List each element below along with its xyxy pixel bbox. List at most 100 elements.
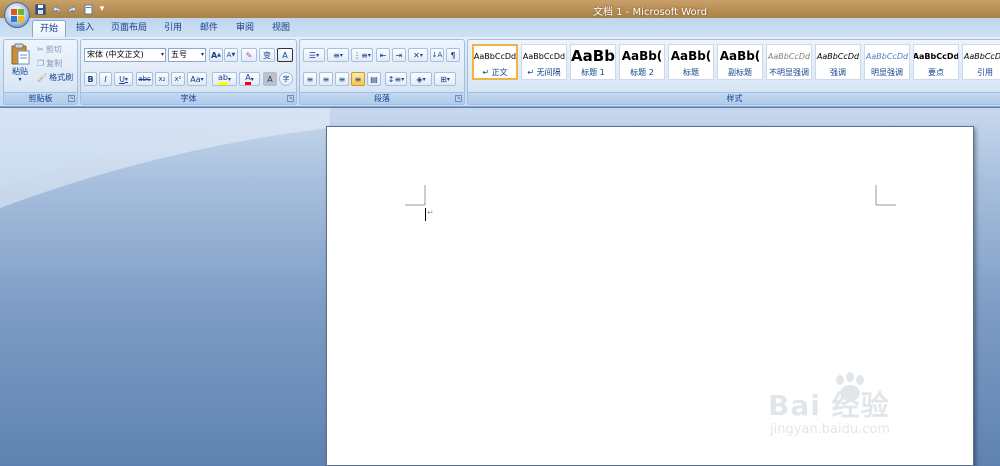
strikethrough-icon: abc	[138, 75, 151, 83]
tab-review[interactable]: 审阅	[228, 20, 262, 37]
paste-icon	[11, 43, 30, 65]
clipboard-launcher-icon[interactable]: ↘	[68, 95, 75, 102]
underline-button[interactable]: U ▾	[114, 72, 133, 86]
paste-dropdown-icon[interactable]: ▾	[18, 77, 21, 83]
font-launcher-icon[interactable]: ↘	[287, 95, 294, 102]
style-emphasis[interactable]: AaBbCcDd 强调	[815, 44, 861, 80]
copy-icon: ❐	[37, 59, 45, 68]
align-left-button[interactable]: ≡	[303, 72, 317, 86]
style-name: 不明显强调	[769, 68, 809, 77]
chinese-layout-button[interactable]: ✕ ▾	[408, 48, 428, 62]
style-name: ↵ 正文	[482, 68, 508, 77]
style-heading-2[interactable]: AaBb( 标题 2	[619, 44, 665, 80]
tab-page-layout[interactable]: 页面布局	[104, 20, 154, 37]
style-quote[interactable]: AaBbCcDd 引用	[962, 44, 1000, 80]
subscript-icon: x₂	[158, 75, 166, 83]
style-strong[interactable]: AaBbCcDd 要点	[913, 44, 959, 80]
font-size-value: 五号	[171, 50, 187, 59]
increase-indent-button[interactable]: ⇥	[392, 48, 406, 62]
justify-button[interactable]: ≡	[351, 72, 365, 86]
scissors-icon: ✂	[37, 45, 44, 54]
style-sample: AaBb	[571, 47, 615, 65]
style-intense-emphasis[interactable]: AaBbCcDd 明显强调	[864, 44, 910, 80]
char-border-icon: A	[282, 50, 288, 60]
character-border-button[interactable]: A	[277, 48, 293, 62]
phonetic-icon: 变	[263, 50, 271, 60]
tab-view[interactable]: 视图	[264, 20, 298, 37]
style-subtle-emphasis[interactable]: AaBbCcDd 不明显强调	[766, 44, 812, 80]
tab-home[interactable]: 开始	[32, 20, 66, 37]
clipboard-group: 粘贴 ▾ ✂ 剪切 ❐ 复制 🖌 格式刷 剪贴板 ↘	[3, 39, 78, 105]
borders-button[interactable]: ⊞ ▾	[434, 72, 456, 86]
align-left-icon: ≡	[306, 74, 314, 84]
style-subtitle[interactable]: AaBb( 副标题	[717, 44, 763, 80]
char-shading-icon: A	[267, 74, 273, 84]
style-name: ↵ 无间隔	[527, 68, 561, 77]
style-title[interactable]: AaBb( 标题	[668, 44, 714, 80]
style-no-spacing[interactable]: AaBbCcDd ↵ 无间隔	[521, 44, 567, 80]
align-right-button[interactable]: ≡	[335, 72, 349, 86]
tab-insert[interactable]: 插入	[68, 20, 102, 37]
bold-button[interactable]: B	[84, 72, 97, 86]
highlight-button[interactable]: ab ▾	[212, 72, 237, 86]
ribbon-tab-bar: 开始 插入 页面布局 引用 邮件 审阅 视图	[0, 18, 1000, 37]
font-size-combo[interactable]: 五号 ▾	[168, 48, 206, 62]
strikethrough-button[interactable]: abc	[136, 72, 153, 86]
font-color-button[interactable]: A ▾	[239, 72, 260, 86]
text-cursor	[425, 208, 426, 221]
line-spacing-button[interactable]: ↕≡ ▾	[385, 72, 407, 86]
style-name: 明显强调	[871, 68, 903, 77]
shrink-font-button[interactable]: A ▼	[224, 48, 238, 62]
paragraph-group: ☰ ▾ ≡ ▾ ⋮≡ ▾ ⇤ ⇥ ✕ ▾ ↓A ¶ ≡ ≡ ≡ ≡ ▤ ↕≡ ▾ ◈ ▾ ⊞…	[299, 39, 465, 105]
style-sample: AaBbCcDd	[963, 51, 1000, 61]
subscript-button[interactable]: x₂	[155, 72, 169, 86]
style-normal[interactable]: AaBbCcDd ↵ 正文	[472, 44, 518, 80]
change-case-icon: Aa	[190, 74, 201, 84]
decrease-indent-button[interactable]: ⇤	[376, 48, 390, 62]
ribbon: 粘贴 ▾ ✂ 剪切 ❐ 复制 🖌 格式刷 剪贴板 ↘ 宋体 (中文正文) ▾ 五号 ▾ A…	[0, 37, 1000, 107]
font-group-label: 字体	[81, 92, 296, 104]
style-heading-1[interactable]: AaBb 标题 1	[570, 44, 616, 80]
character-shading-button[interactable]: A	[263, 72, 277, 86]
eraser-icon: ✎	[245, 50, 253, 60]
enclose-icon: 字	[282, 75, 290, 83]
distributed-button[interactable]: ▤	[367, 72, 381, 86]
phonetic-guide-button[interactable]: 变	[259, 48, 275, 62]
enclose-characters-button[interactable]: 字	[279, 72, 293, 86]
clear-formatting-button[interactable]: ✎	[241, 48, 257, 62]
increase-indent-icon: ⇥	[395, 50, 403, 60]
style-name: 强调	[830, 68, 846, 77]
style-name: 标题 1	[581, 68, 605, 77]
superscript-button[interactable]: x²	[171, 72, 185, 86]
tab-references[interactable]: 引用	[156, 20, 190, 37]
multilevel-list-button[interactable]: ⋮≡ ▾	[351, 48, 373, 62]
copy-button[interactable]: ❐ 复制	[37, 57, 62, 70]
align-center-button[interactable]: ≡	[319, 72, 333, 86]
style-sample: AaBbCcDd	[767, 51, 811, 61]
paragraph-launcher-icon[interactable]: ↘	[455, 95, 462, 102]
style-name: 副标题	[728, 68, 752, 77]
show-hide-button[interactable]: ¶	[446, 48, 460, 62]
align-right-icon: ≡	[338, 74, 346, 84]
shading-button[interactable]: ◈ ▾	[410, 72, 432, 86]
numbering-button[interactable]: ≡ ▾	[327, 48, 349, 62]
office-button[interactable]	[4, 2, 30, 28]
borders-icon: ⊞	[440, 74, 447, 84]
italic-button[interactable]: I	[99, 72, 112, 86]
font-name-combo[interactable]: 宋体 (中文正文) ▾	[84, 48, 166, 62]
styles-group: AaBbCcDd ↵ 正文 AaBbCcDd ↵ 无间隔 AaBb 标题 1 A…	[467, 39, 1000, 105]
tab-mailings[interactable]: 邮件	[192, 20, 226, 37]
font-group: 宋体 (中文正文) ▾ 五号 ▾ A ▲ A ▼ ✎ 变 A B I U ▾ abc x₂…	[80, 39, 297, 105]
style-sample: AaBbCcDd	[865, 51, 909, 61]
style-name: 标题	[683, 68, 699, 77]
sort-button[interactable]: ↓A	[430, 48, 444, 62]
change-case-button[interactable]: Aa ▾	[187, 72, 207, 86]
superscript-icon: x²	[174, 75, 182, 83]
format-painter-button[interactable]: 🖌 格式刷	[37, 71, 73, 84]
brush-icon: 🖌	[37, 73, 48, 82]
grow-font-button[interactable]: A ▲	[209, 48, 223, 62]
style-sample: AaBb(	[621, 49, 663, 63]
cut-button[interactable]: ✂ 剪切	[37, 43, 62, 56]
paste-button[interactable]: 粘贴 ▾	[7, 42, 33, 90]
bullets-button[interactable]: ☰ ▾	[303, 48, 325, 62]
